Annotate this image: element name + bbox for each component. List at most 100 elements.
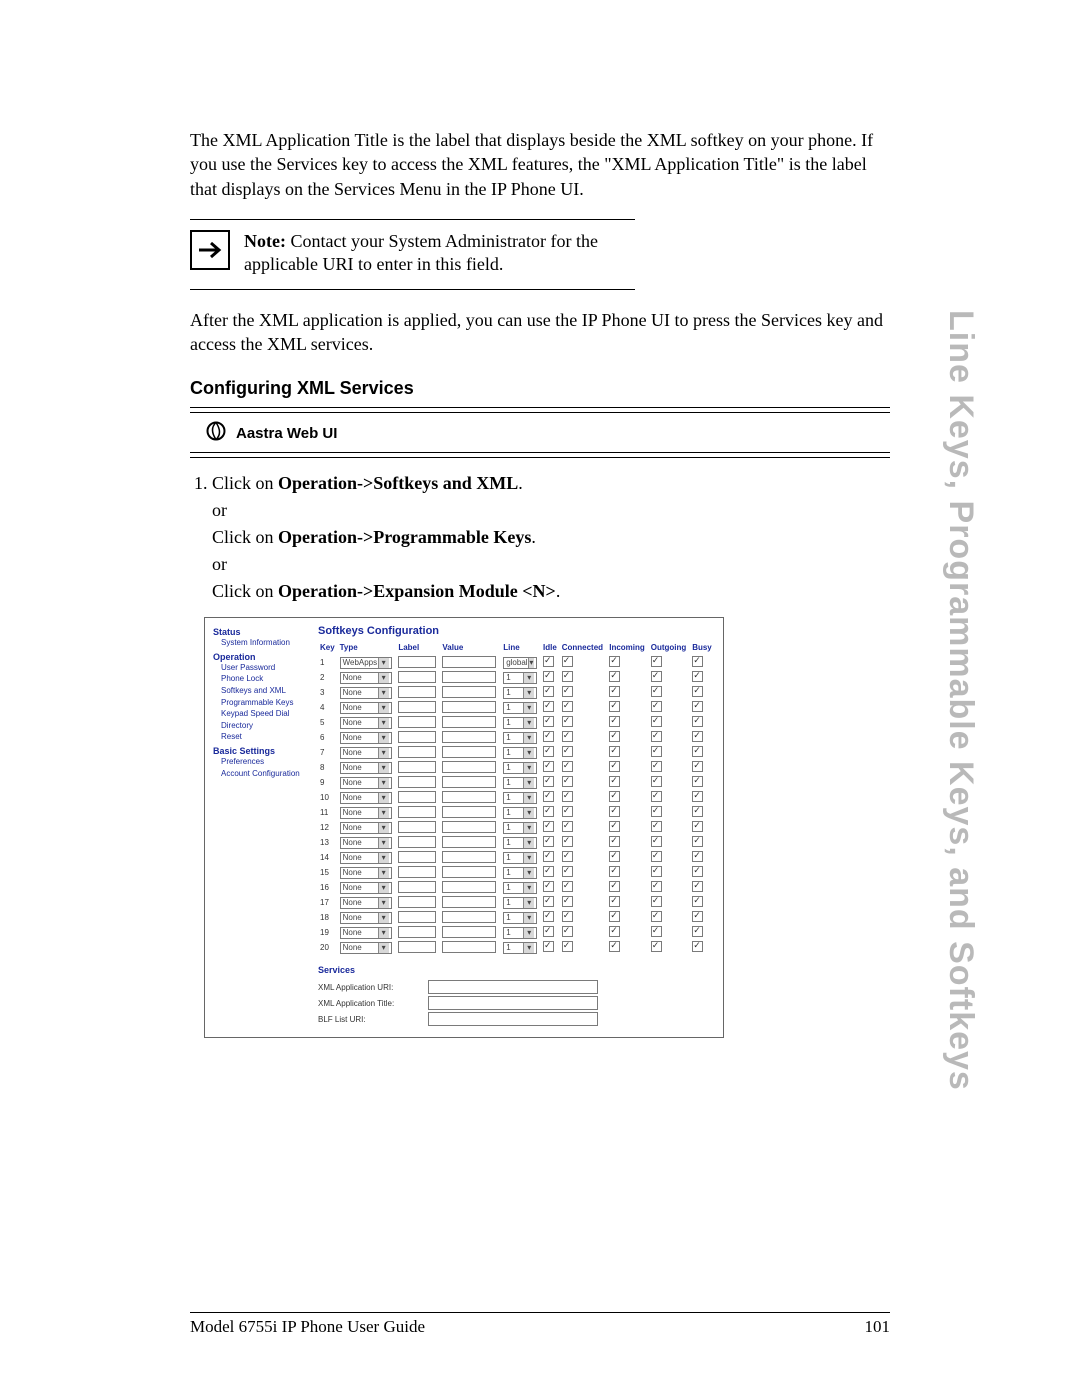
checkbox[interactable] (651, 656, 662, 667)
xml-app-uri-input[interactable] (428, 980, 598, 994)
checkbox[interactable] (609, 686, 620, 697)
select[interactable]: None▾ (340, 747, 392, 759)
value-input[interactable] (442, 746, 496, 758)
checkbox[interactable] (609, 926, 620, 937)
checkbox[interactable] (609, 746, 620, 757)
nav-item[interactable]: Softkeys and XML (221, 685, 308, 697)
value-input[interactable] (442, 701, 496, 713)
value-input[interactable] (442, 821, 496, 833)
checkbox[interactable] (543, 926, 554, 937)
select[interactable]: 1▾ (503, 762, 537, 774)
label-input[interactable] (398, 821, 436, 833)
select[interactable]: None▾ (340, 672, 392, 684)
checkbox[interactable] (609, 866, 620, 877)
checkbox[interactable] (543, 851, 554, 862)
label-input[interactable] (398, 926, 436, 938)
value-input[interactable] (442, 806, 496, 818)
label-input[interactable] (398, 851, 436, 863)
select[interactable]: 1▾ (503, 702, 537, 714)
checkbox[interactable] (692, 941, 703, 952)
checkbox[interactable] (543, 731, 554, 742)
nav-status[interactable]: Status (213, 627, 308, 637)
checkbox[interactable] (692, 716, 703, 727)
checkbox[interactable] (692, 746, 703, 757)
checkbox[interactable] (651, 911, 662, 922)
select[interactable]: None▾ (340, 912, 392, 924)
select[interactable]: 1▾ (503, 672, 537, 684)
checkbox[interactable] (651, 941, 662, 952)
checkbox[interactable] (543, 791, 554, 802)
checkbox[interactable] (562, 881, 573, 892)
checkbox[interactable] (543, 776, 554, 787)
checkbox[interactable] (651, 866, 662, 877)
nav-item[interactable]: Account Configuration (221, 768, 308, 780)
checkbox[interactable] (609, 731, 620, 742)
checkbox[interactable] (562, 761, 573, 772)
checkbox[interactable] (692, 776, 703, 787)
select[interactable]: None▾ (340, 687, 392, 699)
select[interactable]: 1▾ (503, 807, 537, 819)
checkbox[interactable] (692, 731, 703, 742)
checkbox[interactable] (692, 926, 703, 937)
select[interactable]: None▾ (340, 882, 392, 894)
checkbox[interactable] (562, 671, 573, 682)
label-input[interactable] (398, 866, 436, 878)
checkbox[interactable] (562, 896, 573, 907)
checkbox[interactable] (543, 746, 554, 757)
checkbox[interactable] (562, 746, 573, 757)
checkbox[interactable] (651, 821, 662, 832)
checkbox[interactable] (562, 836, 573, 847)
checkbox[interactable] (543, 671, 554, 682)
checkbox[interactable] (543, 761, 554, 772)
checkbox[interactable] (609, 821, 620, 832)
select[interactable]: 1▾ (503, 792, 537, 804)
checkbox[interactable] (562, 851, 573, 862)
select[interactable]: 1▾ (503, 897, 537, 909)
checkbox[interactable] (562, 866, 573, 877)
checkbox[interactable] (562, 911, 573, 922)
label-input[interactable] (398, 911, 436, 923)
select[interactable]: None▾ (340, 837, 392, 849)
checkbox[interactable] (692, 896, 703, 907)
select[interactable]: None▾ (340, 702, 392, 714)
label-input[interactable] (398, 686, 436, 698)
select[interactable]: 1▾ (503, 822, 537, 834)
checkbox[interactable] (543, 896, 554, 907)
checkbox[interactable] (562, 821, 573, 832)
checkbox[interactable] (562, 656, 573, 667)
nav-item[interactable]: Phone Lock (221, 673, 308, 685)
select[interactable]: 1▾ (503, 912, 537, 924)
checkbox[interactable] (562, 716, 573, 727)
checkbox[interactable] (692, 851, 703, 862)
checkbox[interactable] (562, 791, 573, 802)
checkbox[interactable] (692, 806, 703, 817)
checkbox[interactable] (562, 806, 573, 817)
value-input[interactable] (442, 731, 496, 743)
checkbox[interactable] (609, 836, 620, 847)
checkbox[interactable] (562, 731, 573, 742)
select[interactable]: None▾ (340, 777, 392, 789)
checkbox[interactable] (609, 656, 620, 667)
checkbox[interactable] (609, 716, 620, 727)
blf-list-uri-input[interactable] (428, 1012, 598, 1026)
checkbox[interactable] (651, 791, 662, 802)
checkbox[interactable] (651, 851, 662, 862)
checkbox[interactable] (651, 836, 662, 847)
select[interactable]: None▾ (340, 927, 392, 939)
checkbox[interactable] (692, 761, 703, 772)
checkbox[interactable] (609, 761, 620, 772)
checkbox[interactable] (609, 806, 620, 817)
checkbox[interactable] (692, 911, 703, 922)
checkbox[interactable] (562, 926, 573, 937)
value-input[interactable] (442, 836, 496, 848)
select[interactable]: None▾ (340, 942, 392, 954)
value-input[interactable] (442, 881, 496, 893)
checkbox[interactable] (543, 686, 554, 697)
checkbox[interactable] (562, 701, 573, 712)
checkbox[interactable] (543, 911, 554, 922)
nav-basic-settings[interactable]: Basic Settings (213, 746, 308, 756)
label-input[interactable] (398, 941, 436, 953)
label-input[interactable] (398, 716, 436, 728)
checkbox[interactable] (692, 656, 703, 667)
select[interactable]: 1▾ (503, 687, 537, 699)
